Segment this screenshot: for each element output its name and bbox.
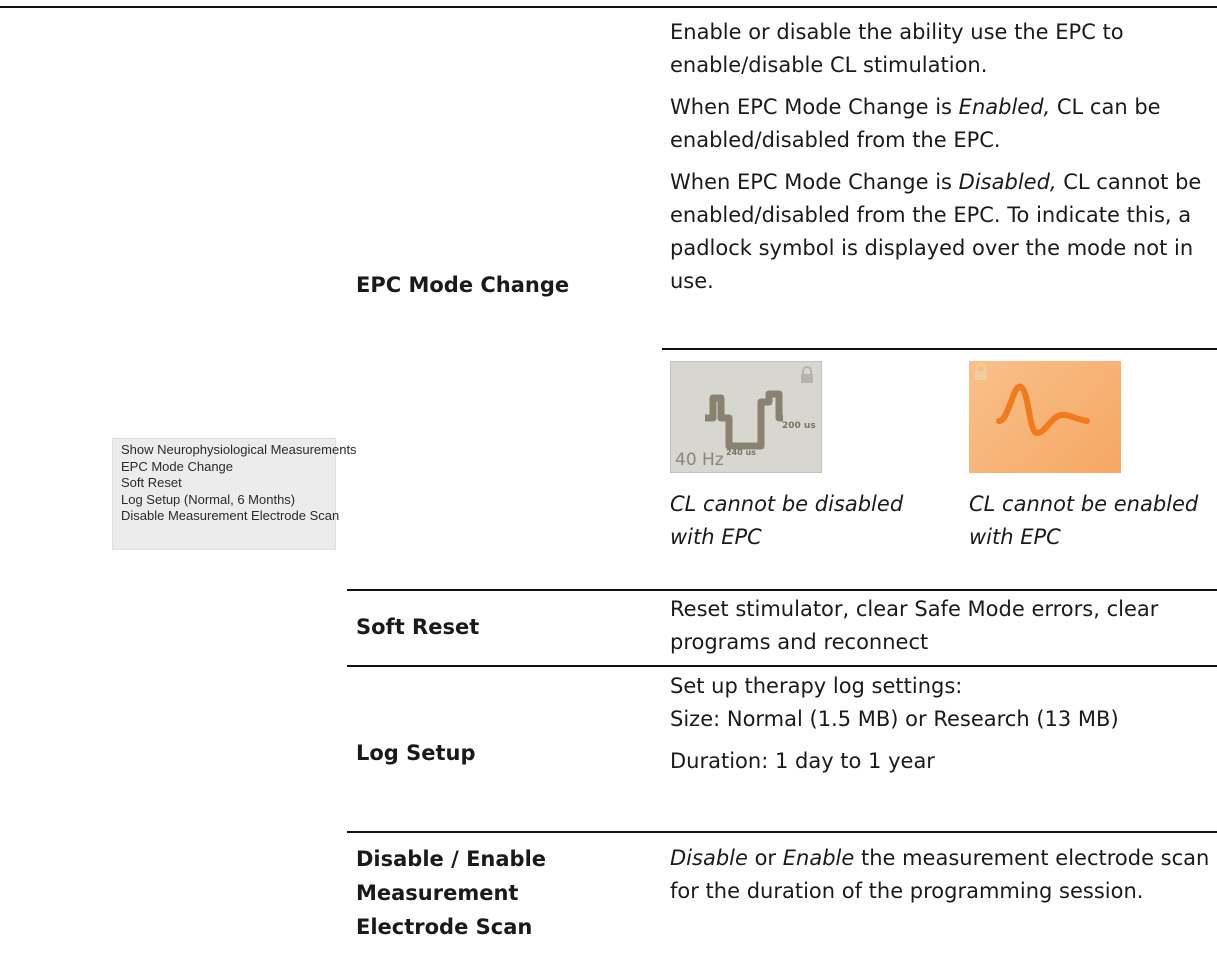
epc-tile-caption: CL cannot be enabled with EPC [969,492,1199,549]
log-setup-line3: Duration: 1 day to 1 year [670,749,935,773]
log-setup-rule [347,665,1217,667]
epc-text-rule [662,348,1217,350]
menu-item-log-setup[interactable]: Log Setup (Normal, 6 Months) [121,492,335,509]
top-rule [0,6,1217,8]
cl-mode-tile: 200 us 40 Hz 240 us [670,361,822,473]
scan-label: Disable / Enable Measurement Electrode S… [356,847,547,939]
log-setup-line1: Set up therapy log settings: [670,674,963,698]
context-menu: Show Neurophysiological Measurements EPC… [112,438,357,550]
menu-item-epc-mode-change[interactable]: EPC Mode Change [121,459,335,476]
soft-reset-label: Soft Reset [356,615,480,639]
epc-mode-change-label: EPC Mode Change [356,273,570,297]
epc-desc-p1: Enable or disable the ability use the EP… [670,20,1124,77]
soft-reset-description: Reset stimulator, clear Safe Mode errors… [670,597,1159,654]
log-setup-line2: Size: Normal (1.5 MB) or Research (13 MB… [670,707,1119,731]
log-setup-description: Set up therapy log settings: Size: Norma… [670,670,1215,778]
us-bottom-label: 240 us [726,448,756,457]
epc-desc-p3: When EPC Mode Change is Disabled, CL can… [670,170,1202,293]
scan-description: Disable or Enable the measurement electr… [670,846,1210,903]
menu-item-soft-reset[interactable]: Soft Reset [121,475,335,492]
cl-tile-caption: CL cannot be disabled with EPC [670,492,904,549]
ecap-waveform-icon [996,384,1090,437]
epc-desc-p2: When EPC Mode Change is Enabled, CL can … [670,95,1161,152]
us-top-label: 200 us [782,421,816,431]
hz-label: 40 Hz [675,450,724,470]
epc-mode-tile [969,361,1121,473]
menu-item-disable-scan[interactable]: Disable Measurement Electrode Scan [121,508,339,525]
epc-mode-change-description: Enable or disable the ability use the EP… [670,16,1215,298]
scan-rule [347,831,1217,833]
soft-reset-rule [347,589,1217,591]
menu-item-neurophysiological[interactable]: Show Neurophysiological Measurements [121,442,357,459]
log-setup-label: Log Setup [356,741,476,765]
padlock-icon [801,366,813,383]
